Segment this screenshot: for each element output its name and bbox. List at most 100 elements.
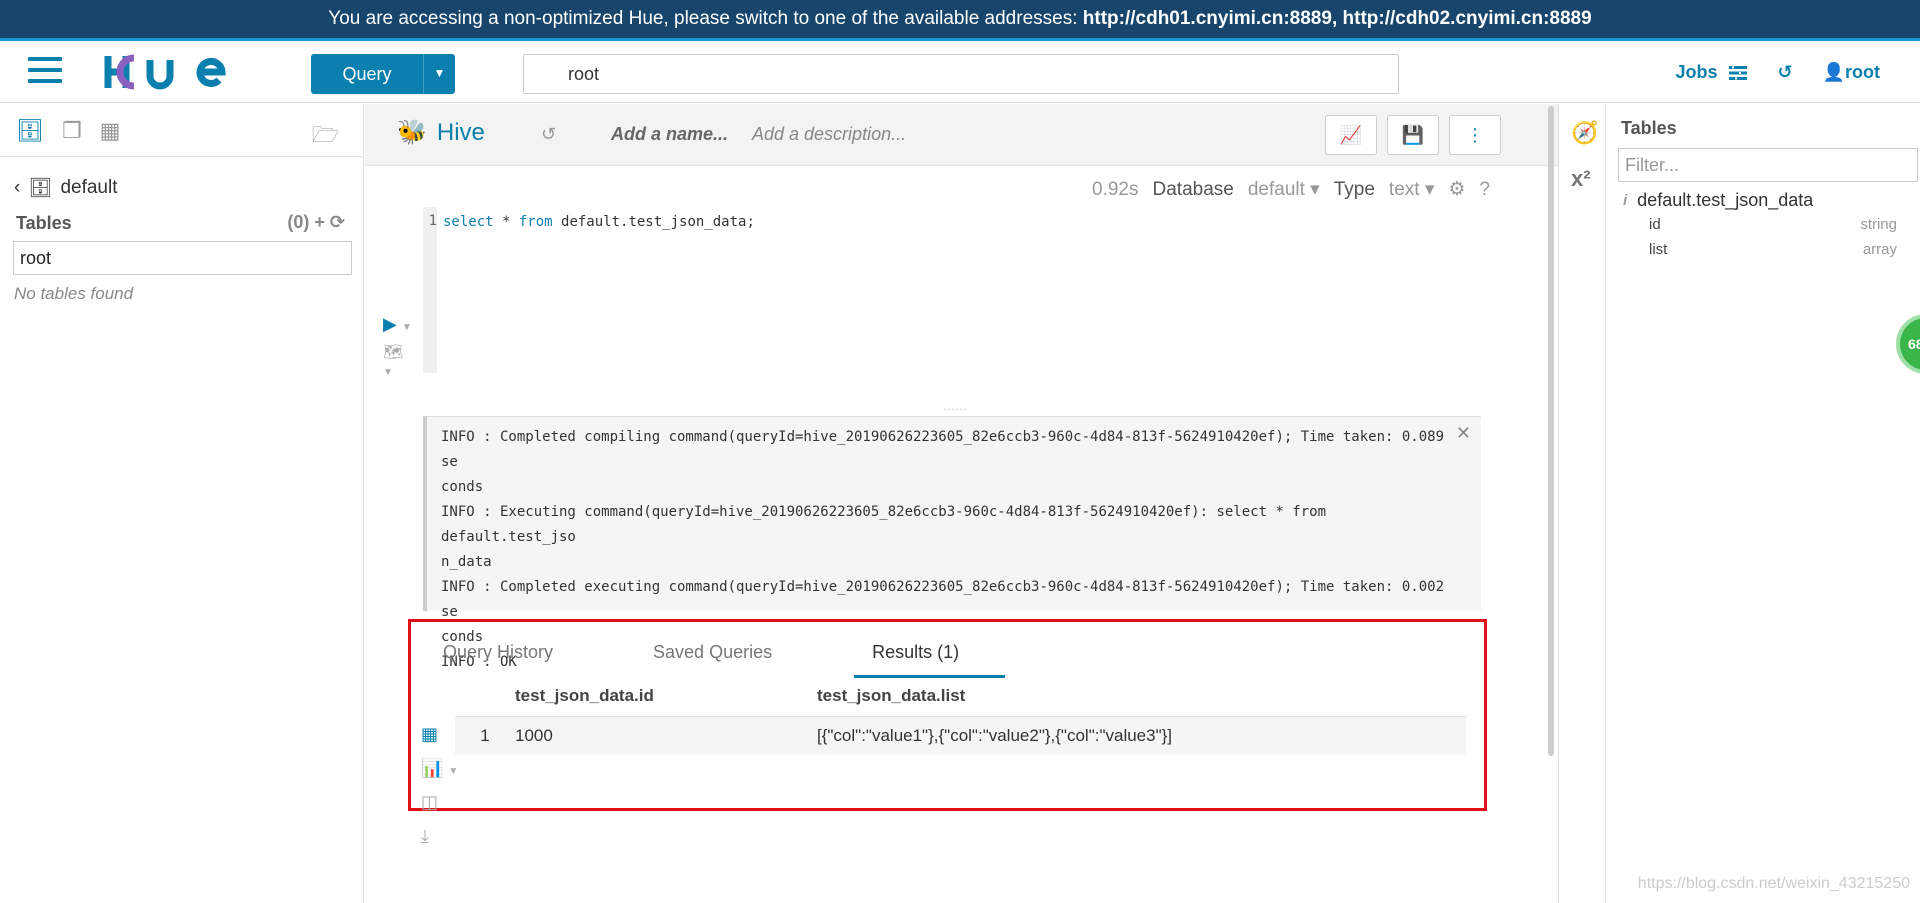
banner-text: You are accessing a non-optimized Hue, p… <box>328 8 1083 29</box>
query-button[interactable]: Query ▼ <box>311 54 455 94</box>
tab-results[interactable]: Results (1) <box>854 642 1006 678</box>
hue-logo[interactable] <box>104 52 226 96</box>
info-icon[interactable]: i <box>1623 192 1627 209</box>
resize-handle-icon[interactable]: ⋯⋯ <box>943 402 967 416</box>
type-label: Type <box>1333 178 1375 200</box>
results-table: test_json_data.id test_json_data.list 1 … <box>455 686 1466 755</box>
help-icon[interactable]: ? <box>1479 179 1490 201</box>
hamburger-menu-icon[interactable] <box>28 57 62 87</box>
close-log-icon[interactable]: ✕ <box>1456 421 1471 446</box>
right-assist-switcher: 🧭 x² <box>1558 104 1606 903</box>
compass-icon[interactable]: 🧭 <box>1571 120 1598 146</box>
history-icon[interactable]: ↺ <box>1777 62 1792 83</box>
no-tables-text: No tables found <box>14 284 134 303</box>
jobs-label[interactable]: Jobs <box>1675 62 1717 83</box>
cell-list[interactable]: [{"col":"value1"},{"col":"value2"},{"col… <box>817 726 1466 746</box>
columns-icon[interactable]: ◫ <box>421 792 458 826</box>
execution-log: ✕ INFO : Completed compiling command(que… <box>423 416 1481 670</box>
column-row[interactable]: list array <box>1649 241 1897 258</box>
editor-scrollbar[interactable] <box>1548 106 1554 756</box>
column-type: array <box>1862 241 1897 258</box>
functions-icon[interactable]: x² <box>1571 166 1591 192</box>
table-name[interactable]: default.test_json_data <box>1637 190 1813 211</box>
type-select-value[interactable]: text <box>1389 179 1420 200</box>
editor-area: 🐝 Hive ↺ Add a name... Add a description… <box>365 104 1558 903</box>
column-type: string <box>1860 216 1897 233</box>
line-chart-icon: 📈 <box>1339 124 1363 145</box>
jobs-button[interactable]: Jobs <box>1675 62 1748 83</box>
banner-sep: , <box>1331 8 1343 29</box>
non-optimized-banner: You are accessing a non-optimized Hue, p… <box>0 0 1920 41</box>
cell-id[interactable]: 1000 <box>515 726 817 746</box>
database-select[interactable]: default ▾ <box>1248 178 1320 201</box>
more-vertical-icon: ⋮ <box>1466 124 1484 145</box>
column-name: list <box>1649 241 1668 258</box>
log-line: INFO : Executing command(queryId=hive_20… <box>441 504 1327 545</box>
user-menu[interactable]: 👤root <box>1823 62 1880 83</box>
tables-count-actions: (0) + ⟳ <box>287 212 345 233</box>
database-select-value[interactable]: default <box>1248 179 1305 200</box>
database-label: Database <box>1152 178 1234 200</box>
kw-select: select <box>443 214 494 230</box>
grid-view-icon[interactable]: ▦ <box>421 724 458 758</box>
table-row[interactable]: 1 1000 [{"col":"value1"},{"col":"value2"… <box>455 717 1466 755</box>
chart-view-icon[interactable]: 📊 ▼ <box>421 758 458 792</box>
query-name-input[interactable]: Add a name... <box>611 124 728 145</box>
tab-query-history[interactable]: Query History <box>443 642 553 678</box>
tables-count: (0) <box>287 212 310 232</box>
watermark: https://blog.csdn.net/weixin_43215250 <box>1637 875 1910 892</box>
query-button-label[interactable]: Query <box>311 54 424 94</box>
right-filter-input[interactable]: Filter... <box>1618 148 1918 182</box>
banner-address-1[interactable]: http://cdh01.cnyimi.cn:8889 <box>1083 8 1332 29</box>
jobs-list-icon <box>1729 65 1748 80</box>
query-description-input[interactable]: Add a description... <box>752 124 906 145</box>
query-dropdown-icon[interactable]: ▼ <box>424 54 455 94</box>
user-icon: 👤 <box>1822 62 1845 82</box>
column-header[interactable]: test_json_data.list <box>817 686 1466 706</box>
engine-title: 🐝 Hive <box>397 118 485 147</box>
kw-from: from <box>518 214 553 230</box>
log-line: INFO : Completed executing command(query… <box>441 579 1445 620</box>
row-number: 1 <box>480 726 490 745</box>
download-icon[interactable]: ⤓ <box>421 826 458 860</box>
code-line[interactable]: select * from default.test_json_data; <box>443 214 755 230</box>
database-icon[interactable]: 🗄 <box>16 118 44 144</box>
more-actions-button[interactable]: ⋮ <box>1449 115 1501 155</box>
database-name[interactable]: default <box>60 177 117 199</box>
row-num-header <box>455 686 515 706</box>
divider <box>0 156 364 157</box>
query-history-icon[interactable]: ↺ <box>541 124 556 145</box>
column-header[interactable]: test_json_data.id <box>515 686 817 706</box>
refresh-icon[interactable]: ⟳ <box>330 212 345 232</box>
tables-heading: Tables <box>16 213 72 233</box>
database-breadcrumb[interactable]: ‹ 🗄 default <box>14 176 118 200</box>
back-chevron-icon[interactable]: ‹ <box>14 177 20 199</box>
banner-address-2[interactable]: http://cdh02.cnyimi.cn:8889 <box>1343 8 1592 29</box>
execution-time: 0.92s <box>1092 178 1139 200</box>
snippet-header: 🐝 Hive ↺ Add a name... Add a description… <box>365 104 1558 166</box>
kw-star: * <box>493 214 519 230</box>
chart-button[interactable]: 📈 <box>1325 115 1377 155</box>
column-name: id <box>1649 216 1661 233</box>
user-label[interactable]: root <box>1845 62 1880 82</box>
save-button[interactable]: 💾 <box>1387 115 1439 155</box>
top-navbar: Query ▼ root Jobs ↺ 👤root <box>0 41 1920 103</box>
database-icon-small: 🗄 <box>28 178 53 199</box>
grid-icon[interactable]: ▦ <box>100 118 121 144</box>
tab-saved-queries[interactable]: Saved Queries <box>653 642 772 678</box>
right-tables-heading: Tables <box>1621 118 1677 138</box>
add-icon[interactable]: + <box>314 212 325 232</box>
map-icon[interactable]: 🗺 ▼ <box>383 342 412 380</box>
global-search-input[interactable]: root <box>523 54 1399 94</box>
save-icon: 💾 <box>1401 124 1425 145</box>
settings-gear-icon[interactable]: ⚙ <box>1448 178 1465 201</box>
column-row[interactable]: id string <box>1649 216 1897 233</box>
table-entry[interactable]: i default.test_json_data <box>1623 190 1813 211</box>
documents-icon[interactable]: ❐ <box>62 118 82 144</box>
open-folder-icon[interactable]: 🗁 <box>312 118 339 156</box>
table-header: test_json_data.id test_json_data.list <box>455 686 1466 717</box>
code-editor[interactable]: 1 select * from default.test_json_data; <box>423 207 1423 373</box>
tables-filter-input[interactable]: root <box>13 241 352 275</box>
type-select[interactable]: text ▾ <box>1389 178 1434 201</box>
execute-play-icon[interactable]: ▶ ▼ <box>383 314 412 334</box>
